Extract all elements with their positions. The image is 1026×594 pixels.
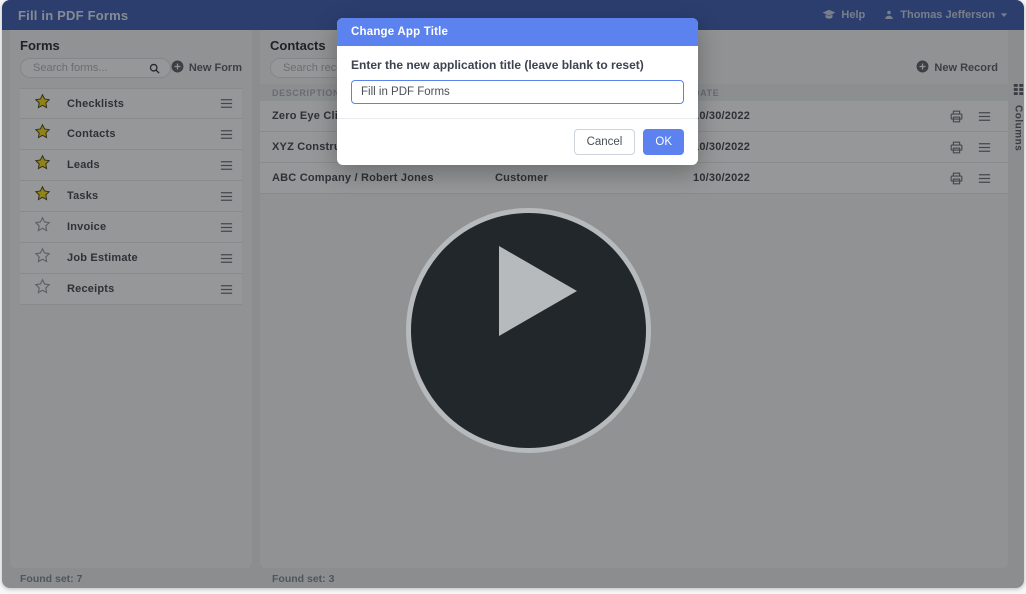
- dialog-prompt: Enter the new application title (leave b…: [351, 58, 684, 72]
- cancel-button[interactable]: Cancel: [574, 129, 636, 155]
- video-play-button[interactable]: [406, 208, 651, 453]
- ok-button[interactable]: OK: [643, 129, 684, 155]
- dialog-title: Change App Title: [351, 26, 448, 38]
- play-icon: [499, 246, 577, 336]
- change-app-title-dialog: Change App Title Enter the new applicati…: [337, 18, 698, 165]
- app-title-input[interactable]: [351, 80, 684, 104]
- app-window: Fill in PDF Forms Help Thomas Jefferson …: [2, 0, 1024, 588]
- dialog-header: Change App Title: [337, 18, 698, 46]
